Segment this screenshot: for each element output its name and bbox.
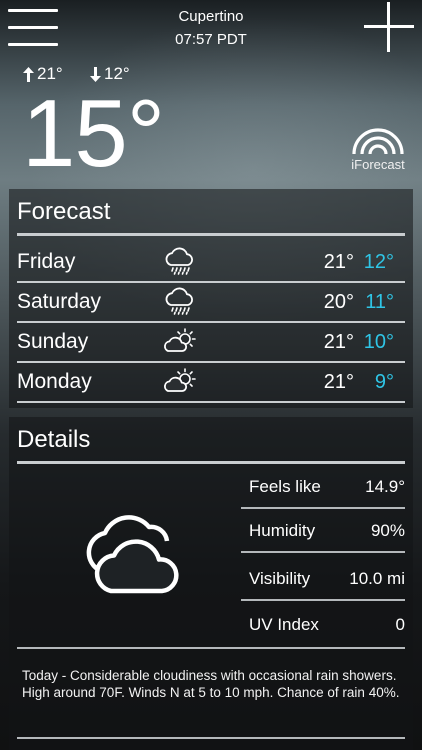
forecast-panel: Forecast Friday 21° 12° Saturday 20° 11°… bbox=[9, 189, 413, 408]
divider bbox=[17, 461, 405, 464]
forecast-high: 21° bbox=[323, 331, 354, 353]
forecast-day: Friday bbox=[17, 250, 76, 273]
forecast-low: 9° bbox=[374, 371, 394, 393]
detail-visibility: Visibility 10.0 mi bbox=[241, 557, 405, 601]
current-temperature: 15° bbox=[22, 80, 165, 187]
details-panel: Details Feels like 14.9° Humidity 90% Vi… bbox=[9, 417, 413, 750]
forecast-high: 21° bbox=[323, 251, 354, 273]
cloud-rain-icon bbox=[165, 247, 193, 275]
forecast-title: Forecast bbox=[17, 198, 111, 225]
cloudy-icon bbox=[86, 515, 179, 594]
forecast-summary: Today - Considerable cloudiness with occ… bbox=[22, 668, 400, 700]
detail-uv-index: UV Index 0 bbox=[241, 603, 405, 647]
divider bbox=[17, 647, 405, 649]
divider bbox=[241, 599, 405, 601]
detail-label: Visibility bbox=[249, 569, 311, 588]
forecast-low: 10° bbox=[363, 331, 394, 353]
detail-value: 0 bbox=[395, 615, 405, 634]
detail-label: UV Index bbox=[249, 615, 319, 634]
forecast-row[interactable]: Monday 21° 9° bbox=[17, 361, 405, 403]
detail-label: Humidity bbox=[249, 521, 316, 540]
divider bbox=[241, 551, 405, 553]
forecast-high: 20° bbox=[323, 291, 354, 313]
forecast-low: 11° bbox=[365, 291, 394, 313]
detail-value: 90% bbox=[370, 521, 405, 540]
menu-button[interactable] bbox=[8, 6, 58, 46]
detail-feels-like: Feels like 14.9° bbox=[241, 465, 405, 509]
forecast-row[interactable]: Saturday 20° 11° bbox=[17, 281, 405, 323]
detail-label: Feels like bbox=[249, 477, 321, 496]
local-time: 07:57 PDT bbox=[175, 31, 247, 48]
forecast-row[interactable]: Sunday 21° 10° bbox=[17, 321, 405, 363]
menu-icon-bar bbox=[8, 26, 58, 29]
forecast-high: 21° bbox=[323, 371, 354, 393]
forecast-low: 12° bbox=[363, 251, 394, 273]
menu-icon-bar bbox=[8, 43, 58, 46]
detail-value: 10.0 mi bbox=[349, 569, 405, 588]
divider bbox=[17, 737, 405, 739]
divider bbox=[17, 233, 405, 236]
add-location-button[interactable] bbox=[364, 2, 414, 52]
brand-name: iForecast bbox=[351, 157, 405, 172]
detail-value: 14.9° bbox=[365, 477, 405, 496]
forecast-row[interactable]: Friday 21° 12° bbox=[17, 241, 405, 283]
forecast-day: Sunday bbox=[17, 330, 89, 353]
partly-sunny-icon bbox=[164, 328, 196, 352]
detail-humidity: Humidity 90% bbox=[241, 509, 405, 553]
city-name: Cupertino bbox=[178, 8, 244, 25]
details-title: Details bbox=[17, 426, 91, 453]
menu-icon-bar bbox=[8, 9, 58, 12]
forecast-day: Saturday bbox=[17, 290, 102, 313]
signal-arcs-icon bbox=[352, 128, 404, 154]
partly-sunny-icon bbox=[164, 368, 196, 392]
forecast-day: Monday bbox=[17, 370, 92, 393]
cloud-rain-icon bbox=[165, 287, 193, 315]
brand-logo[interactable]: iForecast bbox=[346, 124, 410, 176]
